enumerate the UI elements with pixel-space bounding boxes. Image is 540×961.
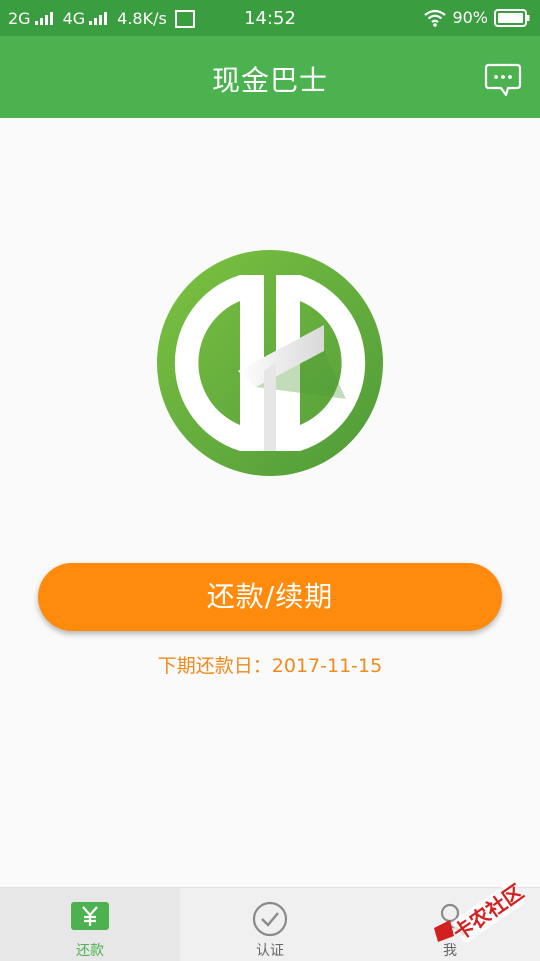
message-button[interactable] [484,62,522,98]
app-bar: 现金巴士 [0,36,540,118]
tab-verify-label: 认证 [256,943,284,959]
check-circle-icon [251,900,289,942]
cash-bus-logo [156,249,384,477]
next-due-date-line: 下期还款日：2017-11-15 [0,651,540,678]
wifi-icon [424,9,447,27]
watermark-text: 卡农社区 [449,880,528,945]
status-bar: 2G 4G 4.8K/s 14:52 90% [0,0,540,36]
next-due-label: 下期还款日： [157,655,272,677]
status-right: 90% [424,8,530,27]
app-title: 现金巴士 [211,64,328,97]
yuan-icon [70,900,110,936]
tab-repay[interactable]: 还款 [0,888,180,961]
watermark-logo: 卡农社区 [434,880,528,945]
battery-percent: 90% [452,8,488,27]
logo-icon [157,250,383,476]
tab-repay-label: 还款 [76,943,104,959]
battery-icon [494,8,530,27]
next-due-date: 2017-11-15 [271,655,383,677]
repay-renew-button[interactable]: 还款/续期 [38,563,502,631]
tab-verify[interactable]: 认证 [180,888,360,961]
chat-bubble-icon [484,63,522,97]
